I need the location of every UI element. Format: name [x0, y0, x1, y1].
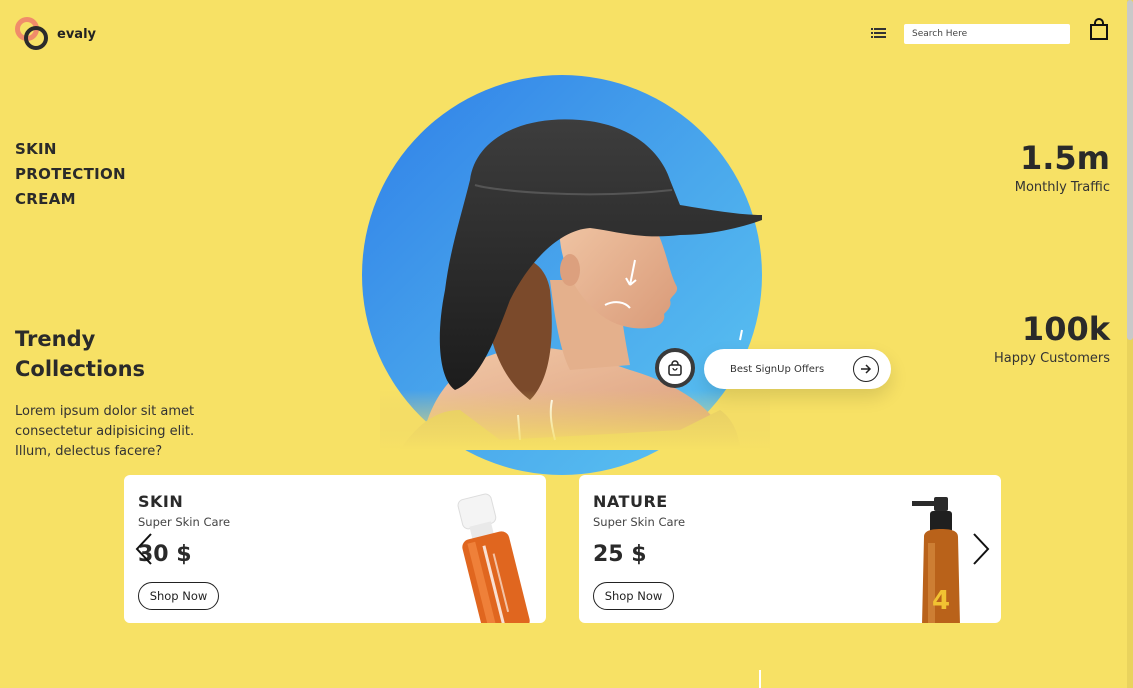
shop-now-button[interactable]: Shop Now: [138, 582, 219, 610]
product-card-skin[interactable]: SKIN Super Skin Care 30 $ Shop Now: [124, 475, 546, 623]
section-title-line: Trendy: [15, 327, 96, 351]
brand-name: evaly: [57, 26, 96, 42]
hero-headline-line: SKIN: [15, 140, 57, 158]
stat-monthly-traffic: 1.5m Monthly Traffic: [1015, 140, 1110, 195]
shopping-bag-icon: [668, 360, 682, 376]
shop-now-button[interactable]: Shop Now: [593, 582, 674, 610]
product-name: SKIN: [138, 492, 184, 511]
stat-label: Monthly Traffic: [1014, 180, 1110, 195]
product-subtitle: Super Skin Care: [138, 515, 231, 529]
list-icon[interactable]: [871, 28, 886, 38]
stat-label: Happy Customers: [994, 351, 1110, 366]
product-price: 25 $: [593, 542, 647, 567]
hero-headline-line: PROTECTION: [15, 165, 126, 183]
section-title-line: Collections: [15, 357, 146, 381]
logo-rings-icon: [15, 17, 49, 51]
hero-headline-line: CREAM: [15, 190, 76, 208]
shopping-bag-icon[interactable]: [1089, 18, 1109, 40]
product-name: NATURE: [593, 492, 668, 511]
stat-value: 100k: [1021, 310, 1110, 348]
stat-value: 1.5m: [1019, 139, 1110, 177]
arrow-right-icon: [853, 356, 879, 382]
brand-logo[interactable]: evaly: [15, 17, 96, 51]
search-input[interactable]: [904, 24, 1070, 44]
product-card-nature[interactable]: NATURE Super Skin Care 25 $ Shop Now 4: [579, 475, 1001, 623]
product-subtitle: Super Skin Care: [593, 515, 686, 529]
divider-line: [759, 670, 761, 688]
chevron-left-icon[interactable]: [134, 532, 154, 566]
add-to-cart-button[interactable]: [655, 348, 695, 388]
stat-happy-customers: 100k Happy Customers: [994, 311, 1110, 366]
hero-headline: SKIN PROTECTION CREAM: [15, 137, 126, 212]
scrollbar-thumb[interactable]: [1127, 0, 1133, 340]
section-title: Trendy Collections: [15, 324, 145, 384]
svg-text:4: 4: [932, 586, 950, 616]
hero-model-image: [380, 119, 770, 450]
signup-offers-button[interactable]: Best SignUp Offers: [704, 349, 891, 389]
chevron-right-icon[interactable]: [971, 532, 991, 566]
page-scrollbar[interactable]: [1127, 0, 1133, 688]
hero-description: Lorem ipsum dolor sit amet consectetur a…: [15, 404, 195, 459]
orange-spray-bottle-image: [457, 493, 530, 623]
signup-offers-label: Best SignUp Offers: [730, 363, 825, 375]
